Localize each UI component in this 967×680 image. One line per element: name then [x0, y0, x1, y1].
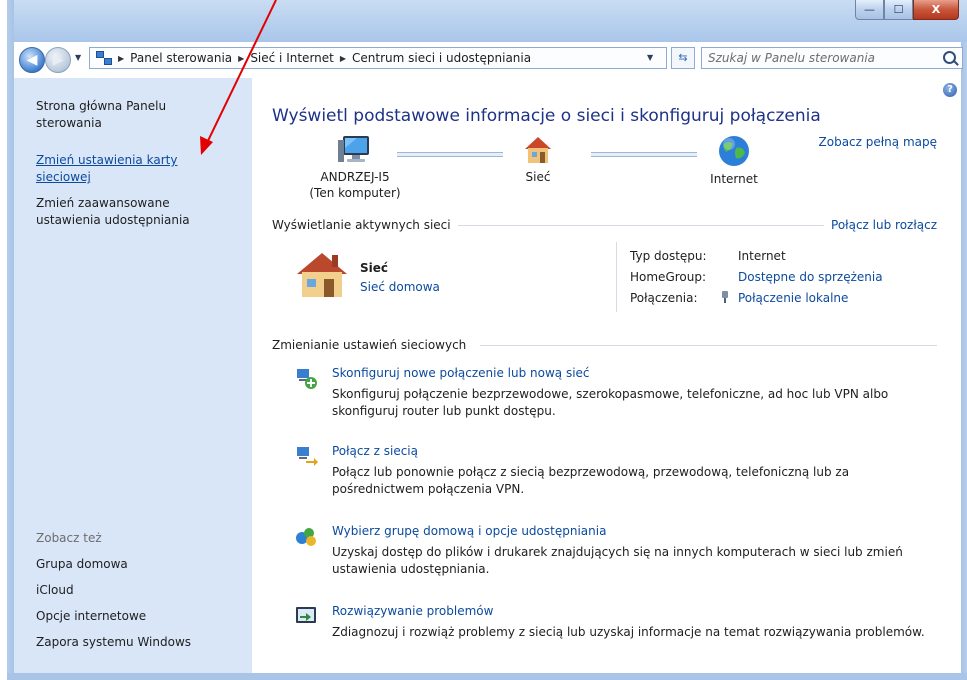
window-frame-right: [961, 42, 967, 680]
sidebar: Strona główna Panelu sterowania Zmień us…: [14, 78, 252, 673]
vertical-divider: [616, 242, 617, 312]
internet-label: Internet: [710, 172, 758, 186]
address-dropdown[interactable]: ▼: [647, 53, 653, 62]
arrow-right-icon: ▶: [52, 52, 64, 68]
connection-line: [397, 152, 503, 157]
see-also-heading: Zobacz też: [36, 531, 102, 545]
connections-label: Połączenia:: [630, 291, 698, 305]
window-frame-bottom: [7, 673, 967, 680]
help-icon[interactable]: ?: [943, 83, 957, 97]
sidebar-item-homegroup[interactable]: Grupa domowa: [36, 556, 128, 573]
active-networks-heading: Wyświetlanie aktywnych sieci: [272, 218, 451, 232]
computer-name-label: ANDRZEJ-I5: [320, 170, 390, 184]
access-type-value: Internet: [738, 249, 786, 263]
forward-button[interactable]: ▶: [45, 47, 71, 73]
computer-icon: [338, 136, 369, 162]
breadcrumb[interactable]: ▶ Panel sterowania ▶ Sieć i Internet ▶ C…: [89, 47, 667, 69]
home-network-icon: [297, 253, 347, 297]
task-new-connection-desc: Skonfiguruj połączenie bezprzewodowe, sz…: [332, 387, 889, 418]
close-button[interactable]: X: [913, 0, 959, 20]
connect-disconnect-link[interactable]: Połącz lub rozłącz: [831, 218, 937, 232]
sidebar-item-icloud[interactable]: iCloud: [36, 582, 74, 599]
chevron-right-icon[interactable]: ▶: [340, 54, 346, 63]
access-type-label: Typ dostępu:: [630, 249, 707, 263]
task-connect-network-link[interactable]: Połącz z siecią: [332, 444, 418, 458]
title-bar[interactable]: — ☐ X: [7, 0, 967, 42]
caption-buttons: — ☐ X: [855, 0, 959, 20]
homegroup-link[interactable]: Dostępne do sprzężenia: [738, 270, 883, 284]
internet-node[interactable]: Internet: [692, 134, 776, 187]
control-panel-window: — ☐ X ◀ ▶ ▼ ▶ Panel sterowania ▶ Sieć i …: [7, 0, 967, 680]
sidebar-item-advanced-sharing[interactable]: Zmień zaawansowane ustawienia udostępnia…: [36, 195, 226, 229]
page-title: Wyświetl podstawowe informacje o sieci i…: [272, 106, 821, 126]
local-connection-link[interactable]: Połączenie lokalne: [738, 291, 848, 305]
recent-pages-dropdown[interactable]: ▼: [75, 53, 81, 62]
breadcrumb-control-panel[interactable]: Panel sterowania: [130, 51, 232, 65]
address-bar: ◀ ▶ ▼ ▶ Panel sterowania ▶ Sieć i Intern…: [11, 44, 963, 74]
full-map-link[interactable]: Zobacz pełną mapę: [819, 135, 937, 149]
connection-line: [591, 152, 697, 157]
section-divider: [458, 225, 824, 226]
sidebar-item-adapter-settings[interactable]: Zmień ustawienia karty sieciowej: [36, 152, 211, 186]
window-frame-left: [7, 0, 14, 680]
search-box[interactable]: [701, 47, 963, 69]
chevron-right-icon[interactable]: ▶: [118, 54, 124, 63]
network-label: Sieć: [525, 170, 551, 184]
troubleshoot-icon: [296, 607, 316, 623]
network-node[interactable]: Sieć: [508, 134, 568, 185]
minimize-button[interactable]: —: [855, 0, 884, 20]
task-new-connection-link[interactable]: Skonfiguruj nowe połączenie lub nową sie…: [332, 366, 590, 380]
back-button[interactable]: ◀: [19, 47, 45, 73]
breadcrumb-network-sharing-center[interactable]: Centrum sieci i udostępniania: [352, 51, 531, 65]
change-settings-heading: Zmienianie ustawień sieciowych: [272, 338, 467, 352]
ethernet-icon: [722, 291, 728, 303]
connect-network-icon: [297, 447, 318, 466]
sidebar-item-windows-firewall[interactable]: Zapora systemu Windows: [36, 634, 191, 651]
active-network-type-link[interactable]: Sieć domowa: [360, 280, 440, 294]
task-troubleshoot-link[interactable]: Rozwiązywanie problemów: [332, 604, 493, 618]
house-icon: [525, 137, 551, 163]
this-computer-node: ANDRZEJ-I5 (Ten komputer): [300, 134, 410, 201]
sidebar-item-internet-options[interactable]: Opcje internetowe: [36, 608, 146, 625]
sidebar-item-control-panel-home[interactable]: Strona główna Panelu sterowania: [36, 98, 226, 132]
computer-sub-label: (Ten komputer): [309, 186, 401, 200]
new-connection-icon: [297, 369, 317, 389]
task-troubleshoot-desc: Zdiagnozuj i rozwiąż problemy z siecią l…: [332, 625, 925, 639]
main-content: ? Wyświetl podstawowe informacje o sieci…: [252, 78, 961, 673]
active-network-name: Sieć: [360, 261, 389, 275]
maximize-button[interactable]: ☐: [884, 0, 913, 20]
refresh-icon: ⇆: [678, 51, 688, 64]
task-connect-network-desc: Połącz lub ponownie połącz z siecią bezp…: [332, 465, 850, 496]
homegroup-label: HomeGroup:: [630, 270, 707, 284]
arrow-left-icon: ◀: [26, 52, 38, 68]
refresh-button[interactable]: ⇆: [671, 47, 695, 69]
task-homegroup-desc: Uzyskaj dostęp do plików i drukarek znaj…: [332, 545, 903, 576]
task-homegroup-link[interactable]: Wybierz grupę domową i opcje udostępnian…: [332, 524, 606, 538]
homegroup-icon: [296, 528, 316, 546]
search-icon[interactable]: [943, 51, 956, 64]
section-divider: [480, 345, 937, 346]
network-icon: [96, 51, 112, 65]
globe-icon: [719, 136, 749, 166]
chevron-right-icon[interactable]: ▶: [238, 54, 244, 63]
breadcrumb-network-internet[interactable]: Sieć i Internet: [250, 51, 334, 65]
search-input[interactable]: [708, 50, 918, 66]
